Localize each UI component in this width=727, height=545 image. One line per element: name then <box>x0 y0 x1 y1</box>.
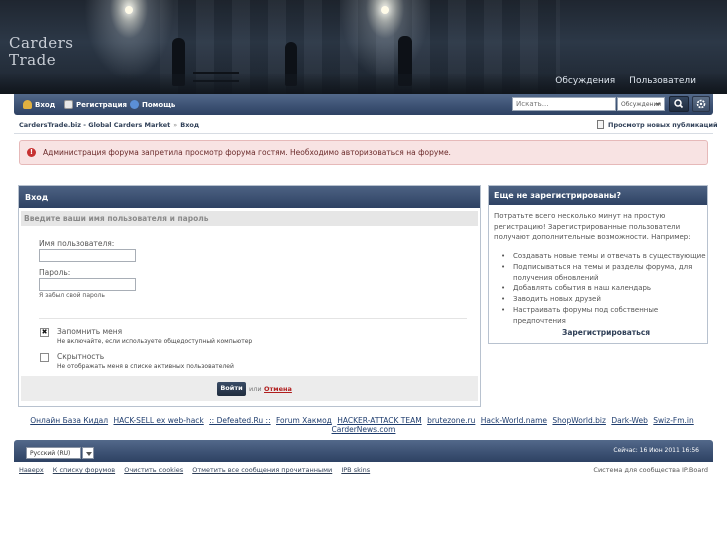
breadcrumb-current: Вход <box>180 121 200 129</box>
partner-links: Онлайн База Кидал HACK-SELL ex web-hack … <box>0 416 727 434</box>
search-input[interactable] <box>512 97 616 111</box>
list-item: Настраивать форумы под собственные предп… <box>501 305 706 327</box>
partner-link[interactable]: Dark-Web <box>611 416 648 425</box>
user-toolbar: Вход Регистрация Помощь Обсуждения <box>14 94 713 115</box>
gear-icon <box>696 99 706 109</box>
new-posts-label: Просмотр новых публикаций <box>608 120 718 129</box>
header-nav: Обсуждения Пользователи <box>555 76 696 86</box>
error-text: Администрация форума запретила просмотр … <box>43 148 451 157</box>
register-link[interactable]: Зарегистрироваться <box>562 328 650 337</box>
divider <box>39 318 467 319</box>
search-scope-select[interactable]: Обсуждения <box>617 97 665 111</box>
breadcrumb-home[interactable]: CardersTrade.biz - Global Carders Market <box>19 121 170 129</box>
language-select[interactable]: Русский (RU) <box>26 447 81 459</box>
cancel-link[interactable]: Отмена <box>264 385 292 393</box>
list-item: Подписываться на темы и разделы форума, … <box>501 262 706 284</box>
partner-link[interactable]: ShopWorld.biz <box>552 416 606 425</box>
divider <box>14 133 713 134</box>
breadcrumb-separator: » <box>173 121 178 129</box>
advanced-search-button[interactable] <box>692 96 710 112</box>
site-header: Carders Trade Обсуждения Пользователи <box>0 0 727 94</box>
username-field[interactable] <box>39 249 136 262</box>
anonymous-checkbox[interactable] <box>40 353 49 362</box>
list-item: Создавать новые темы и отвечать в сущест… <box>501 251 706 262</box>
alert-icon: ! <box>27 148 36 157</box>
footer-link-forums[interactable]: К списку форумов <box>53 466 115 474</box>
login-submit-button[interactable]: Войти <box>217 382 246 396</box>
partner-link[interactable]: Hack-World.name <box>481 416 547 425</box>
register-panel-title: Еще не зарегистрированы? <box>489 186 707 205</box>
nav-link-members[interactable]: Пользователи <box>629 76 696 86</box>
key-icon <box>23 100 32 109</box>
document-icon <box>597 120 604 129</box>
partner-link[interactable]: HACK-SELL ex web-hack <box>113 416 203 425</box>
logo-line: Carders <box>9 34 74 52</box>
new-posts-link[interactable]: Просмотр новых публикаций <box>597 120 718 129</box>
partner-link[interactable]: Forum Хакмод <box>276 416 332 425</box>
register-panel: Еще не зарегистрированы? Потратьте всего… <box>488 185 708 344</box>
search-button[interactable] <box>669 96 689 112</box>
register-link-label: Регистрация <box>76 100 127 109</box>
nav-link-discussions[interactable]: Обсуждения <box>555 76 615 86</box>
footer-link-top[interactable]: Наверх <box>19 466 44 474</box>
remember-me-checkbox[interactable]: ✖ <box>40 328 49 337</box>
register-link[interactable]: Регистрация <box>64 100 127 109</box>
partner-link[interactable]: CarderNews.com <box>332 425 396 434</box>
powered-by[interactable]: Система для сообщества IP.Board <box>593 466 708 474</box>
partner-link[interactable]: HACKER-ATTACK TEAM <box>337 416 421 425</box>
footer-link-clear-cookies[interactable]: Очистить cookies <box>124 466 183 474</box>
username-label: Имя пользователя: <box>39 239 115 248</box>
password-field[interactable] <box>39 278 136 291</box>
footer-link-mark-read[interactable]: Отметить все сообщения прочитанными <box>192 466 332 474</box>
login-link-label: Вход <box>35 100 56 109</box>
logo-line: Trade <box>9 51 57 69</box>
list-item: Заводить новых друзей <box>501 294 706 305</box>
help-icon <box>130 100 139 109</box>
footer-link-skins[interactable]: IPB skins <box>341 466 370 474</box>
or-text: или <box>249 385 262 393</box>
search-icon <box>674 99 684 109</box>
remember-me-description: Не включайте, если используете общедосту… <box>57 338 253 345</box>
forgot-password-link[interactable]: Я забыл свой пароль <box>39 292 105 299</box>
lamp-icon <box>125 6 133 14</box>
register-intro: Потратьте всего несколько минут на прост… <box>494 212 691 241</box>
partner-link[interactable]: :: Defeated.Ru :: <box>209 416 270 425</box>
register-benefits: Создавать новые темы и отвечать в сущест… <box>501 251 706 327</box>
chevron-down-icon <box>655 103 661 106</box>
remember-me-label: Запомнить меня <box>57 327 123 336</box>
anonymous-description: Не отображать меня в списке активных пол… <box>57 363 234 370</box>
lamp-icon <box>381 6 389 14</box>
login-panel-title: Вход <box>19 186 480 208</box>
login-link[interactable]: Вход <box>23 100 55 109</box>
list-item: Добавлять события в наш календарь <box>501 283 706 294</box>
current-time: Сейчас: 16 Июн 2011 16:56 <box>613 447 699 454</box>
password-label: Пароль: <box>39 268 71 277</box>
help-link-label: Помощь <box>142 100 176 109</box>
clipboard-icon <box>64 100 73 109</box>
footer-bar: Русский (RU) Сейчас: 16 Июн 2011 16:56 <box>14 440 713 462</box>
partner-link[interactable]: brutezone.ru <box>427 416 475 425</box>
partner-link[interactable]: Swiz-Fm.in <box>653 416 693 425</box>
help-link[interactable]: Помощь <box>130 100 175 109</box>
footer-links: Наверх К списку форумов Очистить cookies… <box>19 466 377 474</box>
partner-link[interactable]: Онлайн База Кидал <box>30 416 108 425</box>
breadcrumb: CardersTrade.biz - Global Carders Market… <box>19 121 199 129</box>
anonymous-label: Скрытность <box>57 352 105 361</box>
site-logo[interactable]: Carders Trade <box>9 35 73 69</box>
login-panel-subtitle: Введите ваши имя пользователя и пароль <box>21 211 478 226</box>
login-actions: Войти или Отмена <box>21 376 478 401</box>
chevron-down-icon[interactable] <box>82 447 94 459</box>
error-message: ! Администрация форума запретила просмот… <box>19 140 708 165</box>
login-panel: Вход Введите ваши имя пользователя и пар… <box>18 185 481 407</box>
